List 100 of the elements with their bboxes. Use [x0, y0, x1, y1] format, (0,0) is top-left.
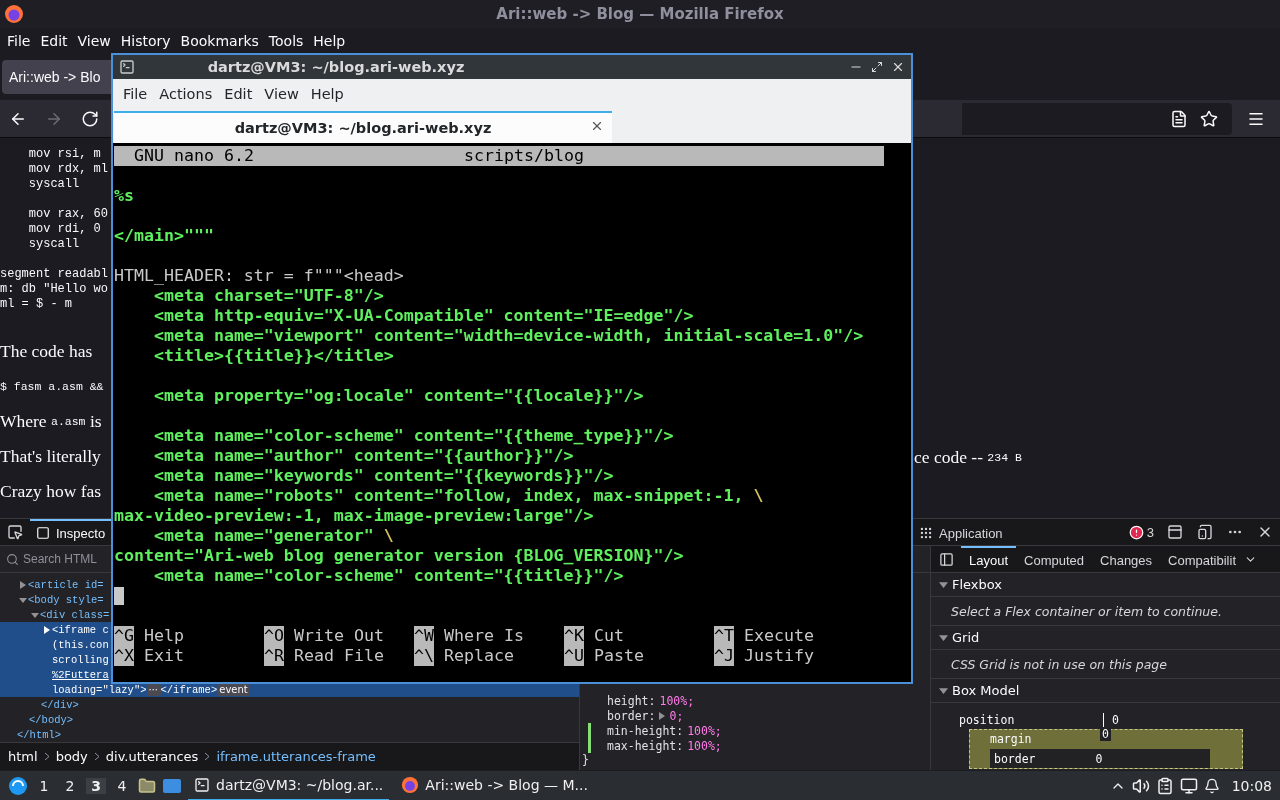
- chevron-icon: [43, 752, 50, 761]
- expand-arrow-icon[interactable]: [659, 711, 666, 720]
- url-field[interactable]: [962, 102, 1232, 135]
- expanded-arrow-icon[interactable]: [31, 610, 39, 619]
- code-line: mov rdi, 0: [27, 222, 102, 237]
- reader-view-icon[interactable]: [1170, 109, 1188, 128]
- code-line: syscall: [27, 237, 81, 252]
- sidebar-tab[interactable]: Compatibilit: [1160, 546, 1244, 572]
- markup-link[interactable]: %2Futtera: [52, 668, 109, 681]
- star-icon[interactable]: [1200, 109, 1218, 128]
- section-arrow-icon: [939, 633, 948, 642]
- window-title: Ari::web -> Blog — Mozilla Firefox: [495, 5, 785, 23]
- rule-end-brace: }: [582, 753, 589, 767]
- network-icon[interactable]: [1179, 776, 1198, 795]
- close-icon[interactable]: [891, 60, 905, 74]
- chevron-icon: [93, 752, 100, 761]
- clock[interactable]: 10:08: [1231, 777, 1272, 794]
- menu-item[interactable]: View: [72, 33, 116, 49]
- search-icon: [6, 552, 19, 566]
- workspace-button[interactable]: 1: [34, 777, 54, 794]
- code-line: <meta name="keywords" content="{{keywords}}"/>: [152, 466, 615, 486]
- desktop-icon[interactable]: [162, 777, 182, 794]
- code-line: <meta name="robots" content="follow, index, max-snippet:-1, \: [152, 486, 765, 506]
- reload-icon: [81, 109, 99, 128]
- sidebar-toggle-icon[interactable]: [938, 551, 954, 567]
- markup-node[interactable]: <article id=: [19, 578, 104, 591]
- css-value[interactable]: 0;: [669, 708, 684, 723]
- code-line: %s: [114, 186, 135, 206]
- terminal-tab[interactable]: dartz@VM3: ~/blog.ari-web.xyz: [114, 111, 612, 143]
- menu-item[interactable]: Tools: [263, 33, 309, 49]
- dock-icon[interactable]: [1167, 524, 1183, 540]
- collapsed-arrow-icon[interactable]: [19, 580, 27, 589]
- code-line: segment readabl: [0, 267, 110, 282]
- css-property: max-height:: [607, 738, 684, 753]
- text-cursor: [114, 587, 124, 605]
- notification-icon[interactable]: [1203, 777, 1220, 794]
- responsive-design-icon[interactable]: [1197, 524, 1213, 540]
- code-line: <meta name="color-scheme" content="{{theme_type}}"/>: [152, 426, 675, 446]
- element-picker-icon[interactable]: [7, 524, 23, 540]
- breadcrumb[interactable]: html: [8, 749, 38, 764]
- taskbar-button[interactable]: Ari::web -> Blog — M...: [395, 770, 594, 800]
- section-header[interactable]: Box Model: [931, 679, 1280, 703]
- sidebar-tab[interactable]: Changes: [1092, 546, 1161, 572]
- browser-logo-icon: [4, 4, 24, 24]
- folder-icon[interactable]: [138, 776, 156, 795]
- menu-item[interactable]: File: [117, 86, 154, 102]
- terminal-icon: [194, 776, 210, 793]
- menu-item[interactable]: Help: [304, 86, 350, 102]
- shortcut-hint: ^W Where Is: [414, 626, 525, 646]
- markup-text: </iframe>: [160, 683, 218, 696]
- shortcut-hint: ^G Help: [114, 626, 185, 646]
- box-model-value: 0: [1093, 751, 1105, 766]
- css-value[interactable]: 100%;: [659, 693, 695, 708]
- workspace-button[interactable]: 2: [60, 777, 80, 794]
- css-value[interactable]: 100%;: [687, 738, 722, 753]
- maximize-icon[interactable]: [871, 61, 883, 73]
- css-value[interactable]: 100%;: [687, 723, 722, 738]
- menu-item[interactable]: History: [115, 33, 176, 49]
- box-model-label: border: [994, 751, 1036, 766]
- application-tab[interactable]: Application: [913, 519, 1009, 545]
- box-model-value: 0: [1100, 727, 1111, 741]
- collapsed-arrow-icon[interactable]: [43, 625, 51, 634]
- menu-item[interactable]: Help: [308, 33, 351, 49]
- code-line: <meta name="generator" \: [152, 526, 395, 546]
- volume-icon[interactable]: [1131, 776, 1150, 795]
- browser-logo-icon: [401, 775, 420, 794]
- chevron-icon: [204, 752, 211, 761]
- clipboard-icon[interactable]: [1155, 776, 1174, 795]
- menu-item[interactable]: View: [258, 86, 305, 102]
- breadcrumb[interactable]: iframe.utterances-frame: [216, 749, 376, 764]
- code-line: <meta charset="UTF-8"/>: [152, 286, 385, 306]
- markup-node[interactable]: <body style=: [19, 593, 104, 606]
- close-tab-icon[interactable]: [590, 119, 604, 133]
- code-line: m: db "Hello wo: [0, 282, 110, 297]
- workspace-button[interactable]: 3: [86, 777, 106, 794]
- menu-item[interactable]: Actions: [153, 86, 219, 102]
- breadcrumb[interactable]: div.utterances: [105, 749, 199, 764]
- browser-tab[interactable]: Ari::web -> Blo: [2, 60, 111, 94]
- sidebar-tab[interactable]: Layout: [961, 546, 1017, 572]
- markup-node[interactable]: <div class=: [31, 608, 110, 621]
- menu-item[interactable]: Edit: [218, 86, 259, 102]
- section-header[interactable]: Grid: [931, 626, 1280, 650]
- sidebar-tab[interactable]: Computed: [1016, 546, 1093, 572]
- taskbar-button[interactable]: dartz@VM3: ~/blog.ar...: [188, 770, 390, 800]
- code-line: content="Ari-web blog generator version {BLOG_VERSION}"/>: [114, 546, 685, 566]
- menu-item[interactable]: Bookmarks: [175, 33, 264, 49]
- shortcut-hint: ^\ Replace: [414, 646, 515, 666]
- section-header[interactable]: Flexbox: [931, 573, 1280, 597]
- workspace-button[interactable]: 4: [112, 777, 132, 794]
- menu-item[interactable]: Edit: [35, 33, 73, 49]
- expanded-arrow-icon[interactable]: [19, 595, 27, 604]
- menu-item[interactable]: File: [2, 33, 36, 49]
- error-icon[interactable]: [1128, 524, 1144, 540]
- markup-node[interactable]: <iframe c: [43, 623, 109, 636]
- start-menu-icon[interactable]: [8, 775, 28, 796]
- breadcrumb[interactable]: body: [55, 749, 88, 764]
- markup-text: (this.con: [52, 638, 109, 651]
- shortcut-hint: ^J Justify: [714, 646, 815, 666]
- code-line: mov rdx, ml: [27, 162, 110, 177]
- search-field[interactable]: Search HTML: [0, 546, 111, 572]
